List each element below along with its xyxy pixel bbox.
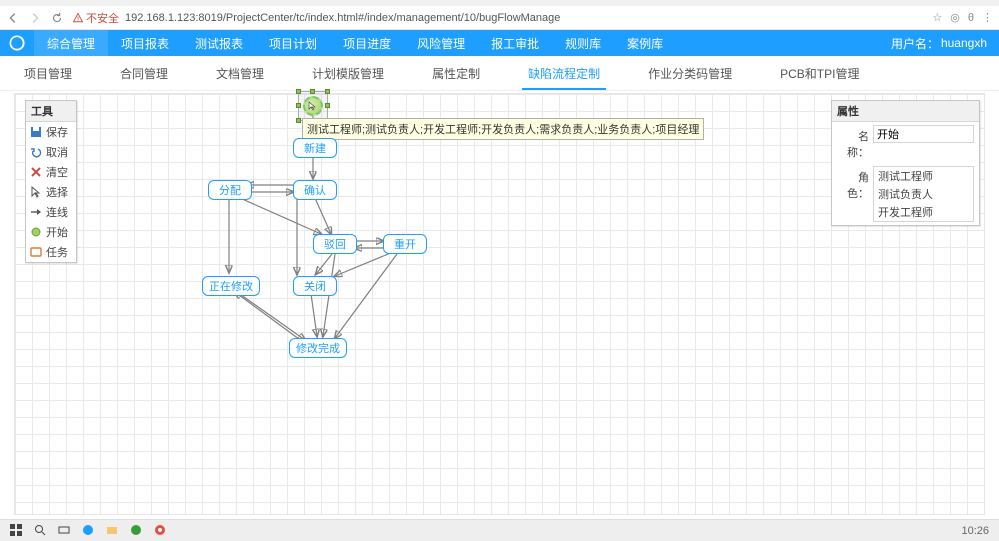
task-icon (30, 246, 42, 258)
prop-name-label: 名称： (837, 125, 869, 160)
prop-role-list[interactable]: 测试工程师 测试负责人 开发工程师 开发负责人 (873, 166, 974, 222)
tool-task[interactable]: 任务 (26, 242, 76, 262)
search-taskbar-icon[interactable] (34, 524, 48, 538)
reload-icon[interactable] (50, 11, 64, 25)
main-nav-item-3[interactable]: 项目计划 (256, 30, 330, 56)
main-nav: 综合管理 项目报表 测试报表 项目计划 项目进度 风险管理 报工审批 规则库 案… (0, 30, 999, 56)
back-icon[interactable] (6, 11, 20, 25)
role-item-3[interactable]: 开发负责人 (874, 221, 973, 222)
user-display[interactable]: 用户名： huangxh (879, 30, 999, 56)
properties-panel: 属性 名称： 角色： 测试工程师 测试负责人 开发工程师 开发负责人 (831, 100, 980, 226)
toolbox-panel: 工具 保存 取消 清空 选择 连线 开始 任务 (25, 100, 77, 263)
node-done[interactable]: 修改完成 (289, 338, 347, 358)
sub-nav-item-5[interactable]: 缺陷流程定制 (504, 56, 624, 90)
line-icon (30, 206, 42, 218)
main-nav-item-8[interactable]: 案例库 (614, 30, 676, 56)
sub-nav-item-6[interactable]: 作业分类码管理 (624, 56, 756, 90)
menu-icon[interactable]: ⋮ (982, 11, 993, 24)
properties-title: 属性 (832, 101, 979, 122)
flow-start-node[interactable] (303, 96, 323, 116)
sub-nav-item-2[interactable]: 文档管理 (192, 56, 288, 90)
tool-clear[interactable]: 清空 (26, 162, 76, 182)
main-nav-item-0[interactable]: 综合管理 (34, 30, 108, 56)
main-nav-item-5[interactable]: 风险管理 (404, 30, 478, 56)
tool-save[interactable]: 保存 (26, 122, 76, 142)
app-icon[interactable] (130, 524, 144, 538)
role-item-0[interactable]: 测试工程师 (874, 167, 973, 185)
main-nav-item-2[interactable]: 测试报表 (182, 30, 256, 56)
toolbox-title: 工具 (26, 101, 76, 122)
workspace: 工具 保存 取消 清空 选择 连线 开始 任务 属性 名称： 角色： 测试工程师… (0, 91, 999, 519)
node-confirm[interactable]: 确认 (293, 180, 337, 200)
forward-icon[interactable] (28, 11, 42, 25)
sub-nav-item-4[interactable]: 属性定制 (408, 56, 504, 90)
node-reopen[interactable]: 重开 (383, 234, 427, 254)
node-new[interactable]: 新建 (293, 138, 337, 158)
node-close[interactable]: 关闭 (293, 276, 337, 296)
app-logo-icon[interactable] (0, 30, 34, 56)
taskbar: 10:26 (0, 519, 999, 541)
tool-start[interactable]: 开始 (26, 222, 76, 242)
star-icon[interactable]: ☆ (932, 11, 942, 24)
sub-nav-item-7[interactable]: PCB和TPI管理 (756, 56, 883, 90)
prop-name-input[interactable] (873, 125, 974, 143)
role-item-1[interactable]: 测试负责人 (874, 185, 973, 203)
folder-icon[interactable] (106, 524, 120, 538)
save-icon (30, 126, 42, 138)
insecure-label: 不安全 (86, 10, 119, 26)
chrome-icon[interactable] (154, 524, 168, 538)
sub-nav-item-3[interactable]: 计划模版管理 (288, 56, 408, 90)
node-fixing[interactable]: 正在修改 (202, 276, 260, 296)
sub-nav-item-0[interactable]: 项目管理 (0, 56, 96, 90)
start-menu-icon[interactable] (10, 524, 24, 538)
node-return[interactable]: 驳回 (313, 234, 357, 254)
tool-select[interactable]: 选择 (26, 182, 76, 202)
select-icon (30, 186, 42, 198)
tool-line[interactable]: 连线 (26, 202, 76, 222)
taskbar-clock[interactable]: 10:26 (961, 525, 989, 537)
prop-role-label: 角色： (837, 166, 869, 201)
undo-icon (30, 146, 42, 158)
extension-icon[interactable]: ◎ (950, 11, 960, 24)
insecure-warning: 不安全 (72, 10, 119, 26)
main-nav-item-6[interactable]: 报工审批 (478, 30, 552, 56)
flow-canvas[interactable]: 工具 保存 取消 清空 选择 连线 开始 任务 属性 名称： 角色： 测试工程师… (14, 93, 985, 515)
start-tooltip: 测试工程师;测试负责人;开发工程师;开发负责人;需求负责人;业务负责人;项目经理 (302, 118, 704, 140)
node-assign[interactable]: 分配 (208, 180, 252, 200)
tool-undo[interactable]: 取消 (26, 142, 76, 162)
main-nav-item-4[interactable]: 项目进度 (330, 30, 404, 56)
sub-nav: 项目管理 合同管理 文档管理 计划模版管理 属性定制 缺陷流程定制 作业分类码管… (0, 56, 999, 91)
profile-icon[interactable]: θ (968, 12, 974, 24)
cursor-icon (308, 101, 318, 111)
main-nav-item-1[interactable]: 项目报表 (108, 30, 182, 56)
url-text[interactable]: 192.168.1.123:8019/ProjectCenter/tc/inde… (125, 12, 560, 24)
clear-icon (30, 166, 42, 178)
main-nav-item-7[interactable]: 规则库 (552, 30, 614, 56)
edge-icon[interactable] (82, 524, 96, 538)
role-item-2[interactable]: 开发工程师 (874, 203, 973, 221)
sub-nav-item-1[interactable]: 合同管理 (96, 56, 192, 90)
start-icon (30, 226, 42, 238)
browser-address-bar: 不安全 192.168.1.123:8019/ProjectCenter/tc/… (0, 6, 999, 30)
taskview-icon[interactable] (58, 524, 72, 538)
